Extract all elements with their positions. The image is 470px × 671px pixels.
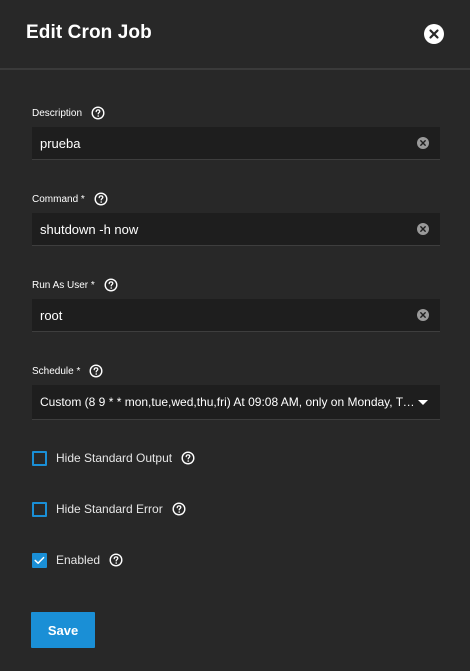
help-icon[interactable] — [91, 106, 105, 120]
dialog-title: Edit Cron Job — [26, 22, 152, 43]
description-label-row: Description — [32, 105, 105, 121]
close-button[interactable] — [424, 24, 444, 44]
hide-stdout-checkbox[interactable] — [32, 450, 47, 466]
help-icon[interactable] — [109, 553, 123, 567]
description-label: Description — [32, 107, 83, 119]
command-label-row: Command * — [32, 191, 108, 207]
clear-icon[interactable] — [417, 137, 429, 149]
close-icon — [429, 29, 439, 39]
schedule-label: Schedule * — [32, 365, 81, 377]
chevron-down-icon — [418, 400, 428, 405]
clear-icon[interactable] — [417, 223, 429, 235]
run-as-user-label: Run As User * — [32, 279, 95, 291]
schedule-value: Custom (8 9 * * mon,tue,wed,thu,fri) At … — [40, 395, 415, 409]
save-button[interactable]: Save — [31, 612, 95, 648]
run-as-user-label-row: Run As User * — [32, 277, 118, 293]
enabled-checkbox[interactable] — [32, 552, 47, 568]
help-icon[interactable] — [172, 502, 186, 516]
hide-stderr-checkbox-row[interactable]: Hide Standard Error — [32, 501, 186, 517]
enabled-label: Enabled — [56, 553, 101, 567]
run-as-user-value: root — [40, 308, 63, 323]
hide-stdout-label: Hide Standard Output — [56, 451, 173, 465]
hide-stderr-checkbox[interactable] — [32, 501, 47, 517]
hide-stderr-label: Hide Standard Error — [56, 502, 163, 516]
dialog-header: Edit Cron Job — [0, 0, 470, 70]
command-input[interactable]: shutdown -h now — [32, 213, 440, 246]
schedule-select[interactable]: Custom (8 9 * * mon,tue,wed,thu,fri) At … — [32, 385, 440, 420]
run-as-user-input[interactable]: root — [32, 299, 440, 332]
help-icon[interactable] — [94, 192, 108, 206]
command-label: Command * — [32, 193, 85, 205]
schedule-label-row: Schedule * — [32, 363, 103, 379]
help-icon[interactable] — [89, 364, 103, 378]
hide-stdout-checkbox-row[interactable]: Hide Standard Output — [32, 450, 195, 466]
description-value: prueba — [40, 136, 81, 151]
description-input[interactable]: prueba — [32, 127, 440, 160]
help-icon[interactable] — [104, 278, 118, 292]
command-value: shutdown -h now — [40, 222, 139, 237]
check-icon — [34, 556, 45, 564]
edit-cron-job-dialog: Edit Cron Job Description prueba Command… — [0, 0, 470, 671]
clear-icon[interactable] — [417, 309, 429, 321]
help-icon[interactable] — [181, 451, 195, 465]
enabled-checkbox-row[interactable]: Enabled — [32, 552, 123, 568]
